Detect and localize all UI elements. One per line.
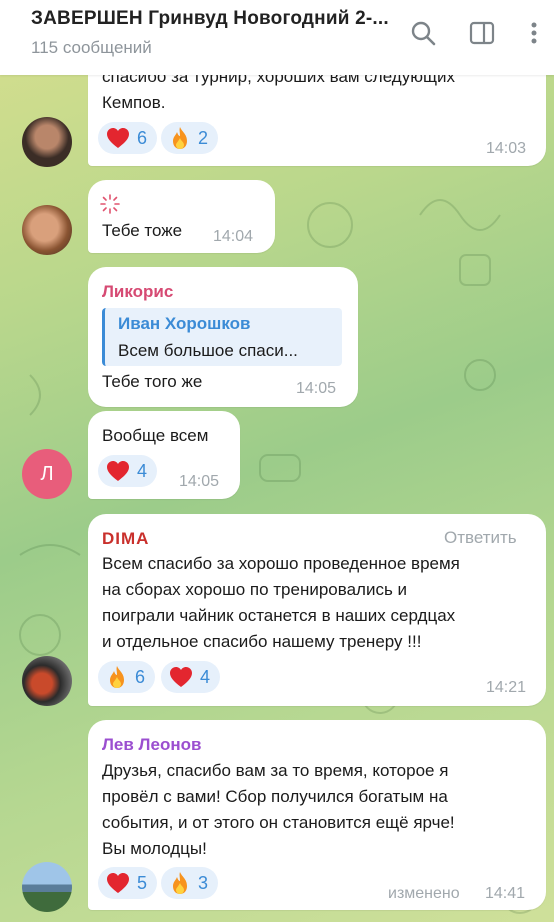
message-time: 14:03: [486, 140, 527, 157]
message-text: Тебе того же: [102, 372, 203, 391]
reaction-heart[interactable]: 6: [98, 122, 158, 154]
message-bubble[interactable]: DIMA Ответить Всем спасибо за хорошо про…: [88, 514, 546, 706]
search-icon[interactable]: [408, 18, 438, 48]
reaction-count: 6: [135, 666, 146, 687]
reply-quote[interactable]: Иван Хорошков Всем большое спаси...: [102, 308, 342, 366]
fire-icon: [110, 666, 124, 688]
heart-icon: [107, 461, 129, 481]
message-text: Друзья, спасибо вам за то время, которое…: [102, 761, 449, 780]
message-text: Тебе тоже: [102, 221, 183, 240]
message-time: 14:41: [485, 885, 526, 902]
message-text: Вы молодцы!: [102, 839, 207, 858]
fire-icon: [173, 127, 187, 149]
message-count: 115 сообщений: [31, 38, 152, 57]
reply-author: Иван Хорошков: [118, 314, 251, 333]
message-text: Вообще всем: [102, 426, 209, 445]
avatar[interactable]: Л: [22, 449, 72, 499]
reaction-fire[interactable]: 2: [161, 122, 219, 154]
reaction-count: 4: [200, 666, 211, 687]
chat-title[interactable]: ЗАВЕРШЕН Гринвуд Новогодний 2-...: [31, 8, 389, 30]
sender-name[interactable]: Ликорис: [102, 282, 173, 302]
heart-icon: [107, 873, 129, 893]
message-bubble[interactable]: Тебе тоже 14:04: [88, 180, 275, 253]
message-bubble[interactable]: Лев Леонов Друзья, спасибо вам за то вре…: [88, 720, 546, 910]
avatar[interactable]: [22, 862, 72, 912]
avatar[interactable]: [22, 656, 72, 706]
reaction-count: 6: [137, 127, 148, 148]
avatar[interactable]: [22, 117, 72, 167]
reaction-heart[interactable]: 4: [98, 455, 158, 487]
avatar[interactable]: [22, 205, 72, 255]
edited-label: изменено: [388, 885, 460, 902]
avatar-letter: Л: [40, 462, 54, 485]
message-text: провёл с вами! Сбор получился богатым на: [102, 787, 448, 806]
message-text: Всем спасибо за хорошо проведенное время: [102, 554, 460, 573]
reaction-heart[interactable]: 5: [98, 867, 158, 899]
reply-text: Всем большое спаси...: [118, 341, 298, 360]
message-time: 14:04: [213, 228, 254, 245]
heart-icon: [107, 128, 129, 148]
message-text: поиграли чайник останется в наших сердца…: [102, 606, 456, 625]
message-time: 14:21: [486, 679, 527, 696]
sender-name[interactable]: DIMA: [102, 529, 149, 549]
message-bubble[interactable]: Вообще всем 4 14:05: [88, 411, 240, 499]
sender-name[interactable]: Лев Леонов: [102, 735, 201, 755]
message-text: события, и от этого он становится ещё яр…: [102, 813, 455, 832]
reaction-heart[interactable]: 4: [161, 661, 221, 693]
chat-header: ЗАВЕРШЕН Гринвуд Новогодний 2-... 115 со…: [0, 0, 554, 75]
reaction-fire[interactable]: 3: [161, 867, 219, 899]
heart-icon: [170, 667, 192, 687]
reaction-count: 2: [198, 127, 209, 148]
message-text: Кемпов.: [102, 93, 166, 112]
sidebar-toggle-icon[interactable]: [467, 18, 497, 48]
message-text: на сборах хорошо по тренировались и: [102, 580, 408, 599]
more-vert-icon[interactable]: [519, 18, 549, 48]
sparkle-sticker-icon: [100, 194, 120, 214]
message-text: и отдельное спасибо нашему тренеру !!!: [102, 632, 422, 651]
reaction-count: 5: [137, 872, 148, 893]
reaction-count: 4: [137, 460, 148, 481]
reply-button[interactable]: Ответить: [444, 528, 517, 548]
fire-icon: [173, 872, 187, 894]
message-time: 14:05: [179, 473, 220, 490]
reaction-count: 3: [198, 872, 209, 893]
reaction-fire[interactable]: 6: [98, 661, 156, 693]
message-time: 14:05: [296, 380, 337, 397]
